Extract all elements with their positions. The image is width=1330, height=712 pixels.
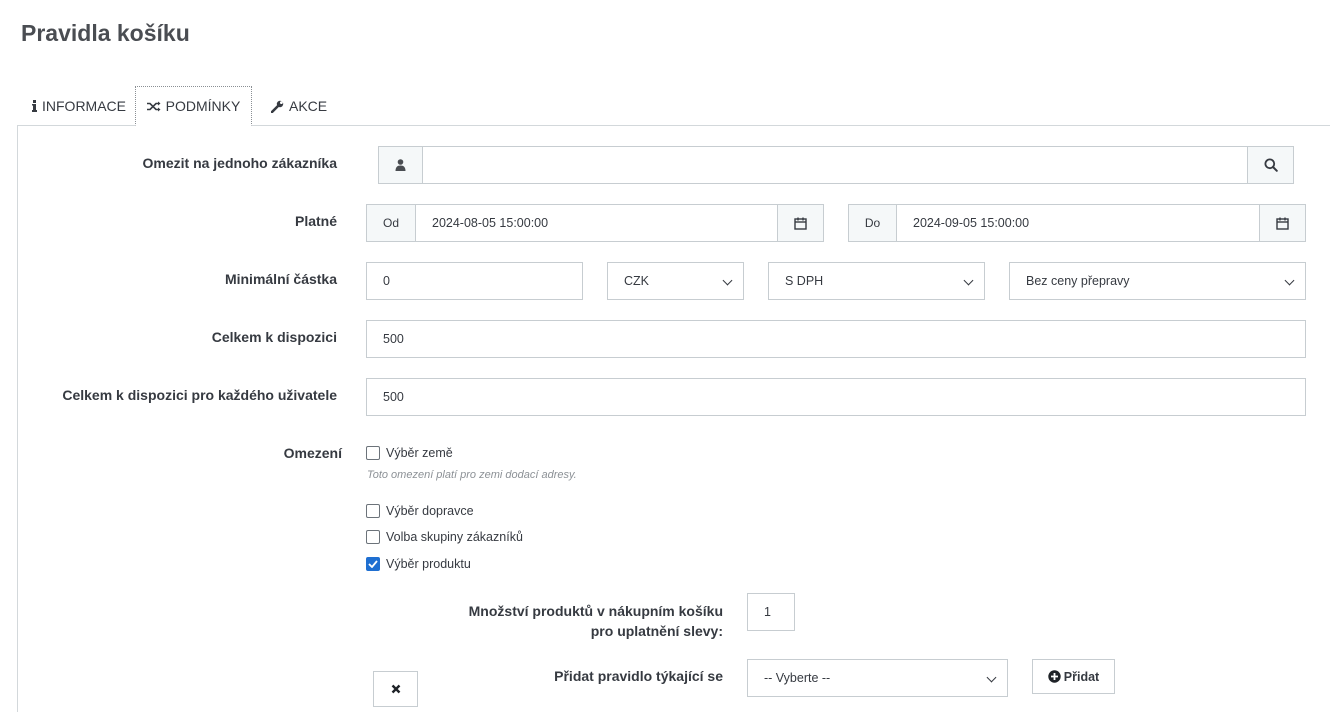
country-restriction-checkbox[interactable]: Výběr země xyxy=(366,446,453,460)
add-rule-label: Přidat pravidlo týkající se xyxy=(554,668,723,684)
rule-type-value: -- Vyberte -- xyxy=(764,671,831,685)
calendar-icon xyxy=(1276,217,1289,230)
add-rule-button-label: Přidat xyxy=(1063,669,1100,684)
rule-type-select[interactable]: -- Vyberte -- xyxy=(747,659,1008,697)
tab-informace[interactable]: INFORMACE xyxy=(32,86,126,126)
checkbox-box[interactable] xyxy=(366,446,380,460)
product-restriction-label: Výběr produktu xyxy=(386,557,471,571)
carrier-restriction-checkbox[interactable]: Výběr dopravce xyxy=(366,504,474,518)
from-addon: Od xyxy=(366,204,416,242)
shipping-value: Bez ceny přepravy xyxy=(1026,274,1130,288)
customer-label: Omezit na jednoho zákazníka xyxy=(142,155,338,171)
total-per-user-label: Celkem k dispozici pro každého uživatele xyxy=(62,387,337,403)
total-available-input[interactable]: 500 xyxy=(366,320,1306,358)
product-qty-input[interactable]: 1 xyxy=(747,593,795,631)
shuffle-icon xyxy=(146,101,161,111)
date-from-calendar-button[interactable] xyxy=(777,204,824,242)
checkbox-box-checked[interactable] xyxy=(366,557,380,571)
country-help-text: Toto omezení platí pro zemi dodací adres… xyxy=(367,469,577,481)
tab-podminky-label: PODMÍNKY xyxy=(165,98,241,114)
valid-label: Platné xyxy=(294,213,337,229)
tab-bar: INFORMACE PODMÍNKY AKCE xyxy=(17,86,1330,126)
group-restriction-checkbox[interactable]: Volba skupiny zákazníků xyxy=(366,530,523,544)
tab-akce-label: AKCE xyxy=(289,98,328,114)
country-restriction-label: Výběr země xyxy=(386,446,453,460)
min-amount-label: Minimální částka xyxy=(224,271,337,287)
customer-addon xyxy=(378,146,423,184)
remove-rule-button[interactable] xyxy=(373,671,418,707)
currency-value: CZK xyxy=(624,274,649,288)
tax-select[interactable]: S DPH xyxy=(768,262,985,300)
checkbox-box[interactable] xyxy=(366,504,380,518)
check-icon xyxy=(368,560,378,568)
close-icon xyxy=(391,684,400,694)
product-qty-label-line1: Množství produktů v nákupním košíku xyxy=(468,603,723,619)
search-icon xyxy=(1264,158,1278,172)
tab-podminky[interactable]: PODMÍNKY xyxy=(135,86,252,126)
page-title: Pravidla košíku xyxy=(21,20,190,46)
product-restriction-checkbox[interactable]: Výběr produktu xyxy=(366,557,471,571)
tax-value: S DPH xyxy=(785,274,824,288)
date-from-input[interactable]: 2024-08-05 15:00:00 xyxy=(415,204,778,242)
calendar-icon xyxy=(794,217,807,230)
total-per-user-input[interactable]: 500 xyxy=(366,378,1306,416)
restrictions-label: Omezení xyxy=(283,445,342,461)
customer-search-button[interactable] xyxy=(1247,146,1294,184)
info-icon xyxy=(32,100,37,112)
plus-circle-icon xyxy=(1048,670,1061,683)
min-amount-input[interactable]: 0 xyxy=(366,262,583,300)
group-restriction-label: Volba skupiny zákazníků xyxy=(386,530,523,544)
shipping-select[interactable]: Bez ceny přepravy xyxy=(1009,262,1306,300)
currency-select[interactable]: CZK xyxy=(607,262,744,300)
total-available-label: Celkem k dispozici xyxy=(211,329,337,345)
date-to-calendar-button[interactable] xyxy=(1259,204,1306,242)
checkbox-box[interactable] xyxy=(366,530,380,544)
product-qty-label-line2: pro uplatnění slevy: xyxy=(590,623,723,639)
to-addon: Do xyxy=(848,204,897,242)
add-rule-button[interactable]: Přidat xyxy=(1032,659,1115,694)
tab-informace-label: INFORMACE xyxy=(42,98,126,114)
customer-input[interactable] xyxy=(422,146,1248,184)
tab-akce[interactable]: AKCE xyxy=(271,86,327,126)
product-qty-label: Množství produktů v nákupním košíku pro … xyxy=(420,601,723,641)
user-icon xyxy=(395,159,406,171)
carrier-restriction-label: Výběr dopravce xyxy=(386,504,474,518)
date-to-input[interactable]: 2024-09-05 15:00:00 xyxy=(896,204,1260,242)
wrench-icon xyxy=(271,100,284,113)
